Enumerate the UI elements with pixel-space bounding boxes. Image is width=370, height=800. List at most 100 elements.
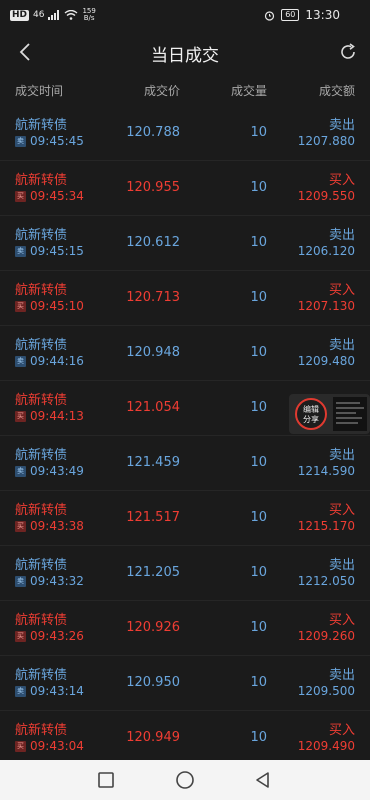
trade-row[interactable]: 航新转债 卖 09:44:16 120.948 10 卖出 1209.480 bbox=[0, 326, 370, 381]
col-header-amount: 成交额 bbox=[318, 84, 355, 98]
trade-time: 卖 09:43:49 bbox=[15, 464, 84, 478]
trade-side-badge: 买 bbox=[15, 190, 26, 202]
trade-time: 卖 09:43:32 bbox=[15, 574, 84, 588]
edit-share-button[interactable]: 编辑 分享 bbox=[295, 398, 327, 430]
trade-qty: 10 bbox=[250, 455, 267, 470]
trade-price: 121.517 bbox=[126, 510, 180, 525]
trade-direction: 买入 bbox=[328, 723, 355, 738]
bond-name: 航新转债 bbox=[15, 393, 68, 408]
net-speed-unit: B/s bbox=[83, 14, 95, 22]
trade-side-badge: 卖 bbox=[15, 465, 26, 477]
col-header-price: 成交价 bbox=[143, 84, 180, 98]
bond-name: 航新转债 bbox=[15, 723, 68, 738]
trade-time-value: 09:44:16 bbox=[30, 354, 84, 368]
trade-price: 121.054 bbox=[126, 400, 180, 415]
trade-price: 120.948 bbox=[126, 345, 180, 360]
bond-name: 航新转债 bbox=[15, 558, 68, 573]
back-triangle-icon[interactable] bbox=[253, 770, 273, 790]
trade-amount: 1209.550 bbox=[297, 189, 355, 203]
trade-time-value: 09:45:10 bbox=[30, 299, 84, 313]
bond-name: 航新转债 bbox=[15, 668, 68, 683]
bond-name: 航新转债 bbox=[15, 283, 68, 298]
edit-share-label-2: 分享 bbox=[303, 415, 319, 424]
trade-row[interactable]: 航新转债 买 09:45:10 120.713 10 买入 1207.130 bbox=[0, 271, 370, 326]
trade-side-badge: 买 bbox=[15, 520, 26, 532]
net-speed: 159 B/s bbox=[82, 8, 95, 22]
trade-direction: 买入 bbox=[328, 283, 355, 298]
bond-name: 航新转债 bbox=[15, 448, 68, 463]
trade-row[interactable]: 航新转债 买 09:43:26 120.926 10 买入 1209.260 bbox=[0, 601, 370, 656]
trade-qty: 10 bbox=[250, 510, 267, 525]
column-headers: 成交时间 成交价 成交量 成交额 bbox=[0, 74, 370, 106]
trade-direction: 卖出 bbox=[328, 338, 355, 353]
trade-row[interactable]: 航新转债 买 09:43:38 121.517 10 买入 1215.170 bbox=[0, 491, 370, 546]
trade-amount: 1207.880 bbox=[297, 134, 355, 148]
trade-qty: 10 bbox=[250, 730, 267, 745]
trade-qty: 10 bbox=[250, 345, 267, 360]
trade-time: 买 09:44:13 bbox=[15, 409, 84, 423]
trade-time-value: 09:44:13 bbox=[30, 409, 84, 423]
trade-side-badge: 买 bbox=[15, 300, 26, 312]
trade-time-value: 09:45:34 bbox=[30, 189, 84, 203]
bond-name: 航新转债 bbox=[15, 338, 68, 353]
trade-row[interactable]: 航新转债 卖 09:43:32 121.205 10 卖出 1212.050 bbox=[0, 546, 370, 601]
edit-share-widget[interactable]: 编辑 分享 bbox=[289, 394, 370, 434]
trade-qty: 10 bbox=[250, 290, 267, 305]
nav-header: 当日成交 bbox=[0, 30, 370, 74]
trade-price: 120.949 bbox=[126, 730, 180, 745]
trade-side-badge: 卖 bbox=[15, 355, 26, 367]
trade-row[interactable]: 航新转债 卖 09:45:45 120.788 10 卖出 1207.880 bbox=[0, 106, 370, 161]
trade-amount: 1209.490 bbox=[297, 739, 355, 753]
network-type: HD bbox=[10, 9, 30, 21]
trade-side-badge: 买 bbox=[15, 630, 26, 642]
trade-time-value: 09:43:49 bbox=[30, 464, 84, 478]
trade-amount: 1207.130 bbox=[297, 299, 355, 313]
status-right: 60 13:30 bbox=[264, 8, 340, 22]
refresh-icon[interactable] bbox=[338, 42, 358, 62]
page-title: 当日成交 bbox=[151, 46, 219, 66]
trade-row[interactable]: 航新转债 卖 09:45:15 120.612 10 卖出 1206.120 bbox=[0, 216, 370, 271]
trade-row[interactable]: 航新转债 买 09:45:34 120.955 10 买入 1209.550 bbox=[0, 161, 370, 216]
screenshot-thumbnail[interactable] bbox=[333, 397, 367, 431]
status-bar: HD 46 159 B/s 60 13:30 bbox=[0, 0, 370, 30]
trade-price: 120.950 bbox=[126, 675, 180, 690]
trade-time-value: 09:45:45 bbox=[30, 134, 84, 148]
trade-side-badge: 卖 bbox=[15, 245, 26, 257]
trade-time: 卖 09:44:16 bbox=[15, 354, 84, 368]
recents-square-icon[interactable] bbox=[96, 770, 116, 790]
trade-time-value: 09:45:15 bbox=[30, 244, 84, 258]
trade-amount: 1212.050 bbox=[297, 574, 355, 588]
trade-row[interactable]: 航新转债 卖 09:43:14 120.950 10 卖出 1209.500 bbox=[0, 656, 370, 711]
trade-amount: 1215.170 bbox=[297, 519, 355, 533]
trade-qty: 10 bbox=[250, 180, 267, 195]
trade-row[interactable]: 航新转债 卖 09:43:49 121.459 10 卖出 1214.590 bbox=[0, 436, 370, 491]
trade-price: 121.459 bbox=[126, 455, 180, 470]
bond-name: 航新转债 bbox=[15, 228, 68, 243]
trade-time: 买 09:45:34 bbox=[15, 189, 84, 203]
trade-time: 买 09:45:10 bbox=[15, 299, 84, 313]
trade-amount: 1209.480 bbox=[297, 354, 355, 368]
trade-side-badge: 卖 bbox=[15, 685, 26, 697]
col-header-time: 成交时间 bbox=[15, 84, 64, 98]
trade-direction: 卖出 bbox=[328, 118, 355, 133]
trade-direction: 卖出 bbox=[328, 668, 355, 683]
trade-time: 卖 09:45:45 bbox=[15, 134, 84, 148]
trade-qty: 10 bbox=[250, 565, 267, 580]
trade-time: 卖 09:43:14 bbox=[15, 684, 84, 698]
trade-direction: 卖出 bbox=[328, 558, 355, 573]
system-nav-bar bbox=[0, 760, 370, 800]
bond-name: 航新转债 bbox=[15, 503, 68, 518]
alarm-icon bbox=[265, 10, 275, 21]
trade-qty: 10 bbox=[250, 235, 267, 250]
home-circle-icon[interactable] bbox=[175, 770, 195, 790]
battery-level: 60 bbox=[281, 9, 300, 21]
trade-amount: 1214.590 bbox=[297, 464, 355, 478]
trade-direction: 卖出 bbox=[328, 228, 355, 243]
trade-time-value: 09:43:26 bbox=[30, 629, 84, 643]
trade-row[interactable]: 航新转债 买 09:43:04 120.949 10 买入 1209.490 bbox=[0, 711, 370, 760]
status-left: HD 46 159 B/s bbox=[10, 8, 96, 22]
trade-amount: 1206.120 bbox=[297, 244, 355, 258]
trade-side-badge: 卖 bbox=[15, 135, 26, 147]
trade-price: 120.612 bbox=[126, 235, 180, 250]
trade-time-value: 09:43:32 bbox=[30, 574, 84, 588]
